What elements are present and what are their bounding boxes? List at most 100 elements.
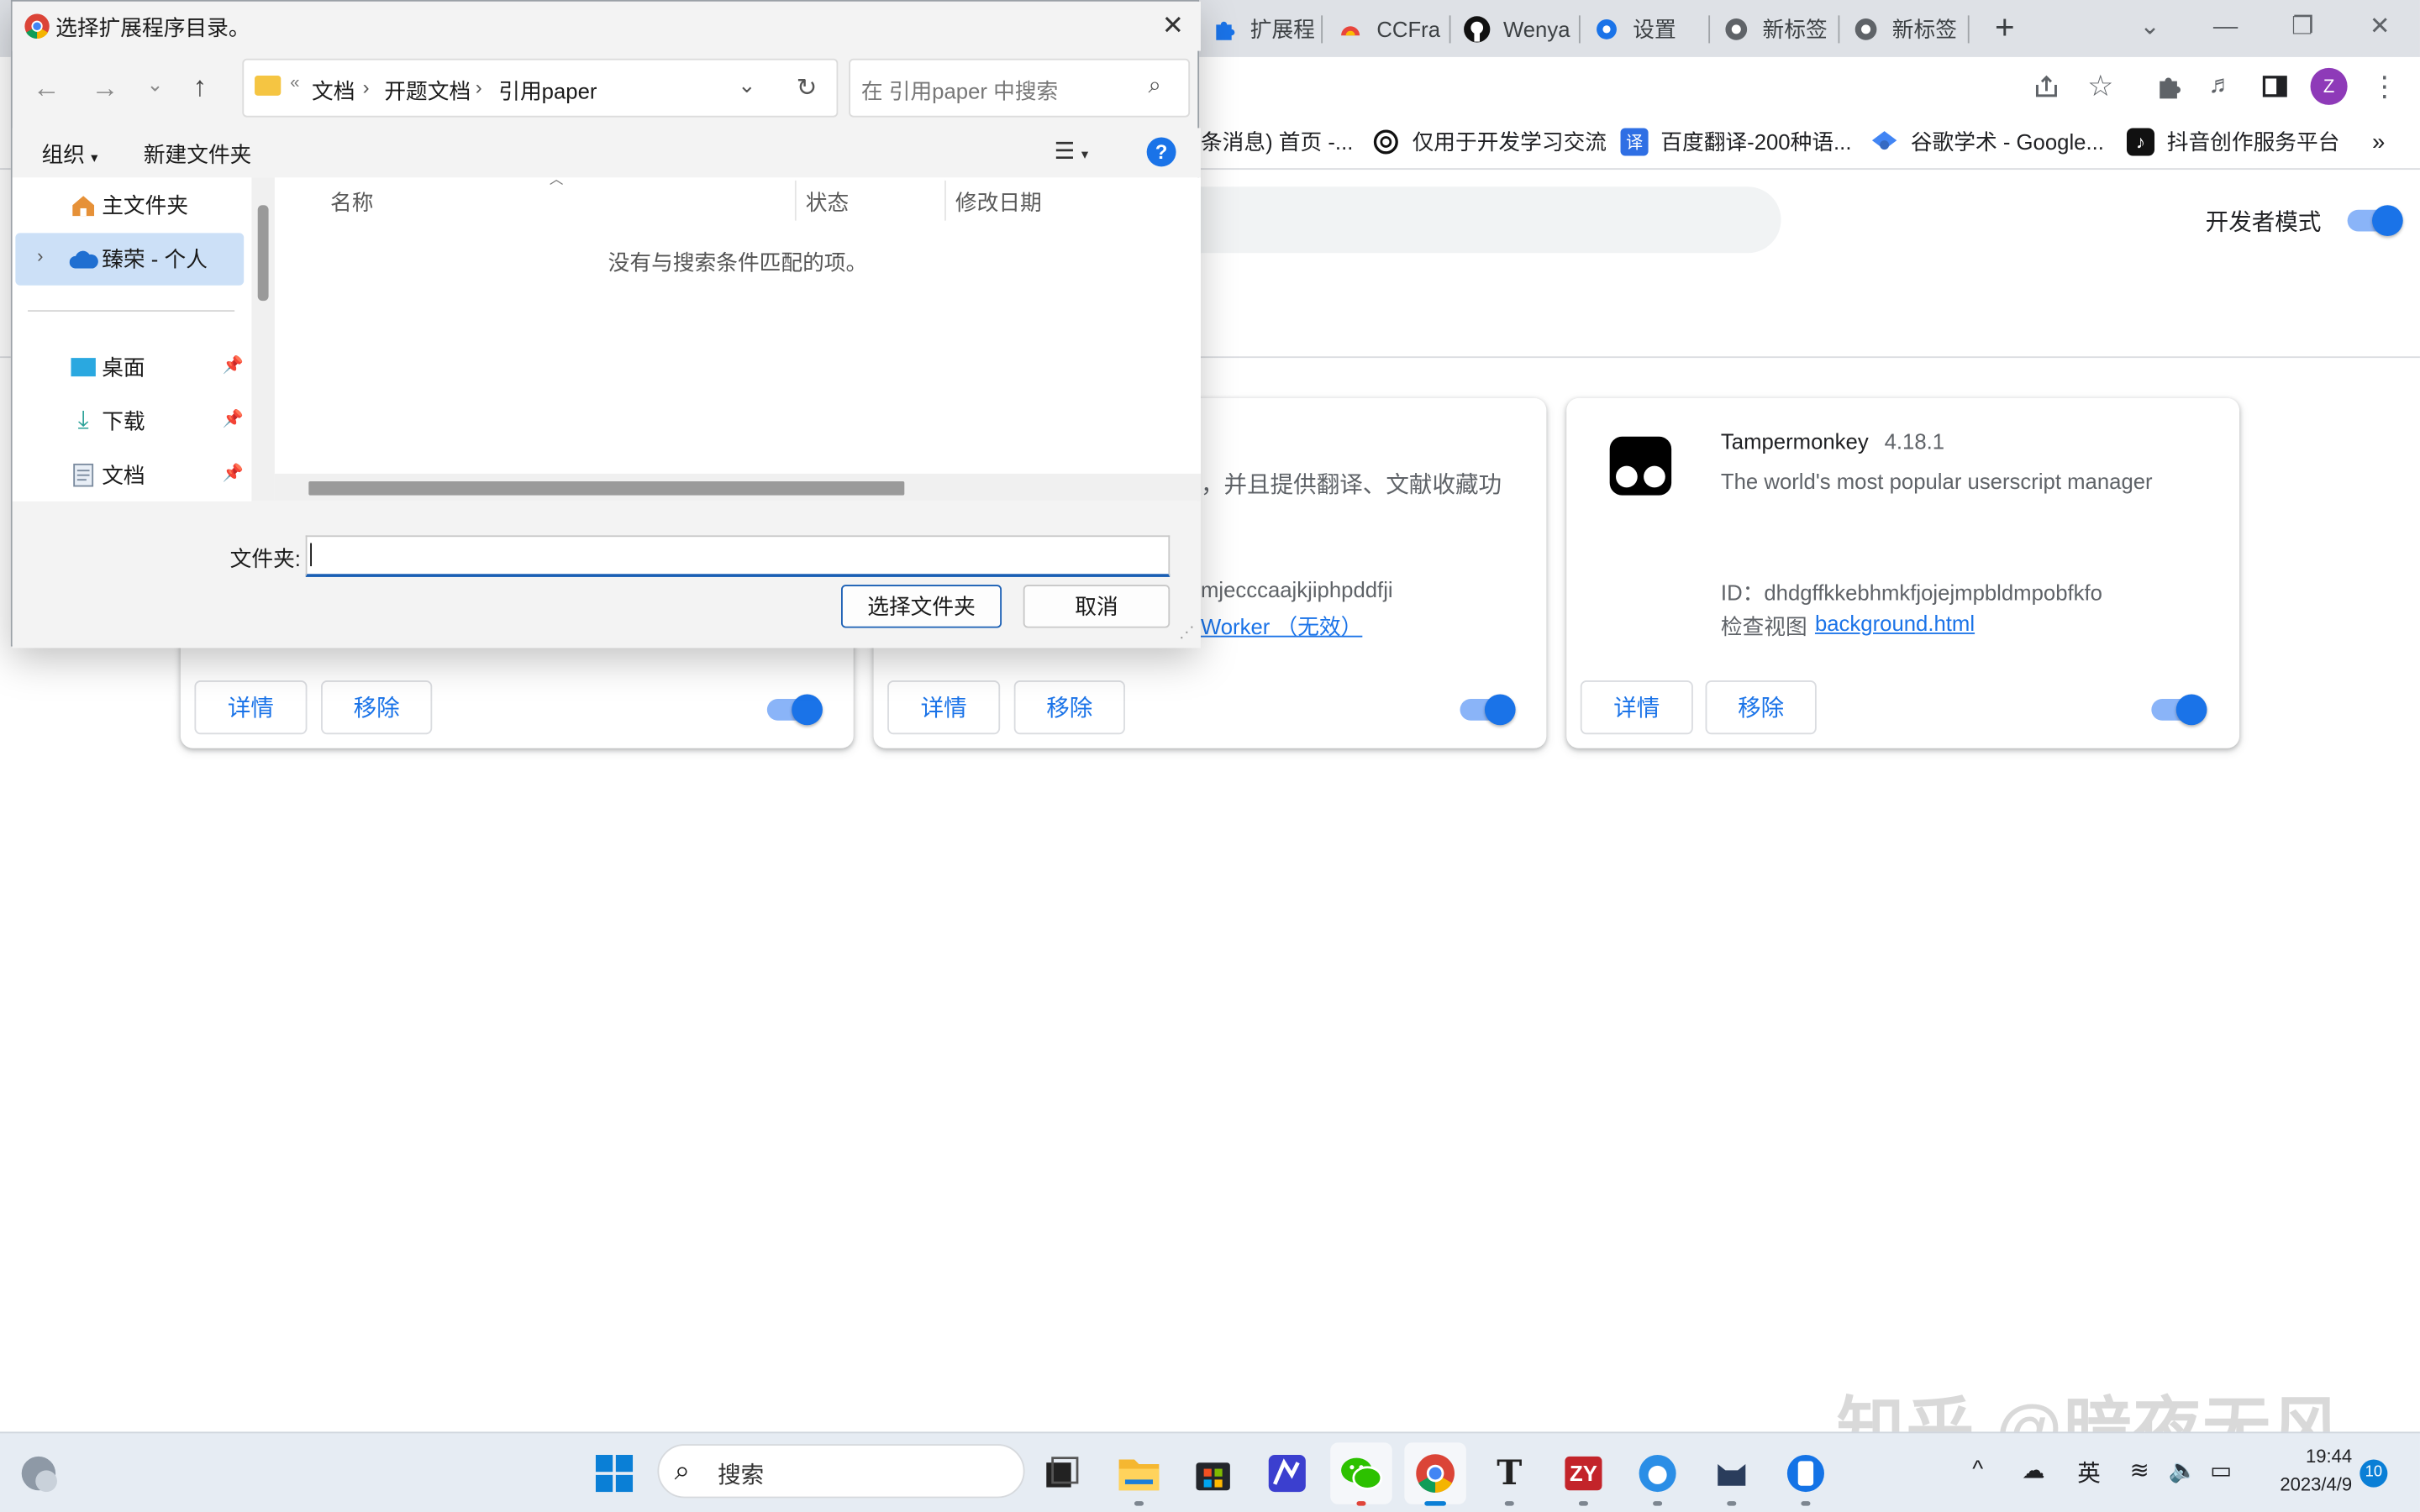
new-folder-button[interactable]: 新建文件夹: [144, 139, 252, 170]
tab-extensions[interactable]: 扩展程: [1201, 6, 1321, 52]
extension-enable-toggle[interactable]: [1460, 694, 1516, 726]
resize-grip-icon[interactable]: ⋰: [1179, 625, 1194, 642]
refresh-button[interactable]: ↻: [797, 72, 818, 103]
remove-button[interactable]: 移除: [1013, 680, 1125, 735]
tab-search-button[interactable]: ⌄: [2119, 6, 2181, 49]
widgets-button[interactable]: [14, 1449, 64, 1499]
openai-icon: [1372, 128, 1400, 155]
zotero-app[interactable]: ZY: [1559, 1449, 1608, 1499]
expand-chevron-icon[interactable]: ›: [37, 245, 43, 267]
input-language-indicator[interactable]: 英: [2077, 1457, 2101, 1489]
tab-new-tab[interactable]: 新标签: [1843, 6, 1966, 52]
caret-down-icon: ▾: [91, 150, 98, 165]
typora-app[interactable]: T: [1485, 1449, 1534, 1499]
wifi-icon[interactable]: ≋: [2130, 1457, 2149, 1484]
tab-settings[interactable]: 设置: [1583, 6, 1707, 52]
column-header-name[interactable]: 名称: [330, 186, 373, 218]
column-header-modified[interactable]: 修改日期: [955, 186, 1042, 218]
recent-locations-button[interactable]: ⌄: [146, 72, 163, 97]
volume-icon[interactable]: 🔈: [2169, 1457, 2197, 1484]
dev-mode-toggle[interactable]: [2347, 205, 2403, 237]
tab-new-tab[interactable]: 新标签: [1713, 6, 1837, 52]
clash-app[interactable]: [1707, 1449, 1756, 1499]
minimize-button[interactable]: —: [2195, 6, 2256, 49]
cancel-button[interactable]: 取消: [1023, 585, 1171, 628]
details-button[interactable]: 详情: [1580, 680, 1693, 735]
share-button[interactable]: [2029, 70, 2063, 103]
nav-scrollbar[interactable]: [251, 177, 275, 501]
chrome-app[interactable]: [1404, 1442, 1466, 1504]
remove-button[interactable]: 移除: [321, 680, 433, 735]
bookmarks-overflow-button[interactable]: »: [2372, 125, 2385, 159]
details-button[interactable]: 详情: [194, 680, 308, 735]
show-hidden-icons-button[interactable]: ^: [1972, 1457, 1983, 1483]
dialog-close-button[interactable]: ✕: [1151, 6, 1194, 46]
nav-scrollbar-thumb[interactable]: [257, 205, 269, 302]
organize-menu[interactable]: 组织 ▾: [42, 139, 98, 170]
address-bar[interactable]: « 文档 › 开题文档 › 引用paper ⌄ ↻: [242, 58, 839, 118]
tab-label: 新标签: [1891, 17, 1957, 42]
bookmark-item[interactable]: ♪ 抖音创作服务平台: [2126, 125, 2339, 159]
start-button[interactable]: [590, 1449, 639, 1499]
breadcrumb-item[interactable]: 引用paper: [498, 76, 597, 107]
browser-app[interactable]: [1633, 1449, 1682, 1499]
puzzle-icon: [2160, 77, 2181, 99]
extension-id: ID：dhdgffkkebhmkfjojejmpbldmpobfkfo: [1720, 580, 2102, 605]
onedrive-tray-icon[interactable]: ☁: [2022, 1457, 2045, 1484]
new-tab-button[interactable]: +: [1974, 6, 2035, 49]
column-divider[interactable]: [944, 180, 946, 221]
close-window-button[interactable]: ✕: [2349, 6, 2410, 49]
remove-button[interactable]: 移除: [1705, 680, 1817, 735]
select-folder-button[interactable]: 选择文件夹: [841, 585, 1002, 628]
profile-avatar[interactable]: Z: [2310, 67, 2348, 105]
list-scrollbar-thumb[interactable]: [308, 481, 905, 496]
forward-button[interactable]: →: [91, 72, 118, 105]
mathpix-app[interactable]: [1262, 1449, 1312, 1499]
taskbar-search[interactable]: ⌕ 搜索: [657, 1444, 1025, 1499]
tab-github[interactable]: Wenya: [1454, 6, 1577, 52]
restore-button[interactable]: ❐: [2272, 6, 2333, 49]
breadcrumb-overflow[interactable]: «: [290, 74, 299, 92]
notification-badge[interactable]: 10: [2360, 1459, 2388, 1488]
breadcrumb-item[interactable]: 开题文档: [384, 76, 471, 107]
store-app[interactable]: [1188, 1449, 1238, 1499]
extension-enable-toggle[interactable]: [766, 694, 823, 726]
media-button[interactable]: ♬: [2204, 70, 2238, 103]
help-button[interactable]: ?: [1146, 137, 1176, 167]
clock-date[interactable]: 2023/4/9: [2256, 1473, 2352, 1495]
column-header-status[interactable]: 状态: [806, 186, 849, 218]
tab-label: CCFra: [1376, 17, 1441, 42]
bookmark-item[interactable]: 译 百度翻译-200种语...: [1620, 125, 1851, 159]
list-horizontal-scrollbar[interactable]: [274, 473, 1201, 501]
up-button[interactable]: ↑: [193, 71, 208, 103]
extensions-button[interactable]: [2151, 70, 2185, 103]
clock-time[interactable]: 19:44: [2275, 1446, 2352, 1467]
bookmark-item[interactable]: 仅用于开发学习交流: [1372, 125, 1607, 159]
tab-ccf[interactable]: CCFra: [1328, 6, 1448, 52]
menu-button[interactable]: ⋮: [2367, 70, 2401, 103]
view-options-button[interactable]: ☰ ▾: [1054, 137, 1088, 165]
folder-name-input[interactable]: [305, 535, 1171, 577]
address-dropdown-button[interactable]: ⌄: [738, 72, 756, 98]
taskbar-search-label: 搜索: [718, 1462, 765, 1489]
bookmark-item[interactable]: 条消息) 首页 -...: [1201, 125, 1353, 159]
column-divider[interactable]: [794, 180, 797, 221]
inspect-view-link[interactable]: background.html: [1815, 611, 1975, 635]
folder-search-field[interactable]: 在 引用paper 中搜索 ⌕: [849, 58, 1191, 118]
phone-link-app[interactable]: [1781, 1449, 1831, 1499]
file-explorer-app[interactable]: [1114, 1449, 1164, 1499]
back-button[interactable]: ←: [33, 72, 60, 105]
list-view-icon: ☰: [1054, 139, 1076, 165]
extension-enable-toggle[interactable]: [2151, 694, 2207, 726]
bookmark-item[interactable]: 谷歌学术 - Google...: [1870, 125, 2104, 159]
task-view-button[interactable]: [1037, 1449, 1086, 1499]
side-panel-button[interactable]: [2258, 70, 2291, 103]
tab-label: 设置: [1633, 17, 1676, 42]
battery-icon[interactable]: ▭: [2210, 1457, 2232, 1484]
breadcrumb-item[interactable]: 文档: [312, 76, 355, 107]
nav-item-label: 下载: [102, 408, 145, 434]
details-button[interactable]: 详情: [887, 680, 1001, 735]
bookmark-star-button[interactable]: ☆: [2084, 70, 2118, 103]
wechat-app[interactable]: [1330, 1442, 1392, 1504]
inspect-view-link[interactable]: Worker （无效）: [1201, 611, 1362, 642]
